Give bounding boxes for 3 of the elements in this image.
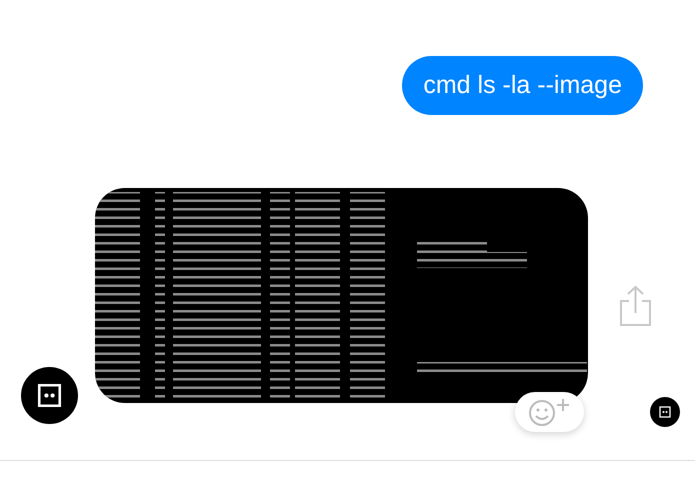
add-reaction-button[interactable] bbox=[515, 392, 584, 432]
read-receipt-avatar-icon bbox=[650, 397, 680, 427]
message-bubble: cmd ls -la --image bbox=[402, 56, 643, 115]
